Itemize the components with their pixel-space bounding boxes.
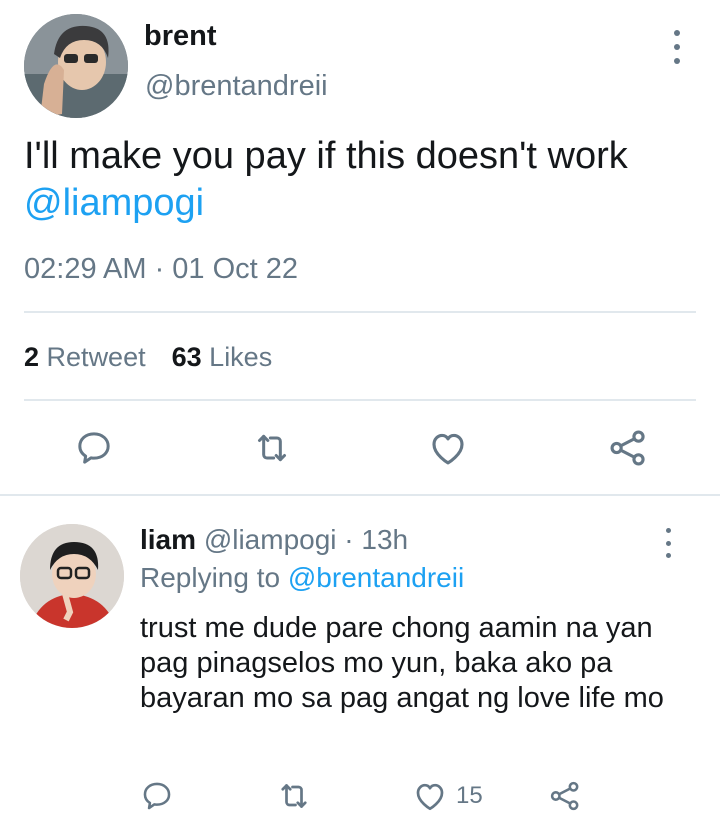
reply-header: liam @liampogi · 13h (140, 524, 408, 556)
reply-actions: 15 (0, 776, 720, 816)
retweet-label: Retweet (46, 342, 146, 372)
tweet-actions (0, 420, 720, 476)
retweet-icon[interactable] (276, 776, 312, 816)
divider (24, 311, 696, 313)
retweet-stat[interactable]: 2 Retweet (24, 342, 146, 373)
author-name[interactable]: brent (144, 20, 217, 53)
like-count: 15 (456, 782, 483, 809)
heart-icon[interactable] (412, 778, 448, 814)
tweet-body: I'll make you pay if this doesn't work (24, 135, 628, 177)
comment-icon[interactable] (70, 420, 118, 476)
reply-author-name[interactable]: liam (140, 524, 196, 555)
tweet-stats: 2 Retweet 63 Likes (24, 342, 272, 373)
replying-to: Replying to @brentandreii (140, 562, 464, 594)
replying-prefix: Replying to (140, 562, 281, 593)
heart-icon[interactable] (424, 420, 472, 476)
retweet-count: 2 (24, 342, 40, 372)
tweet-text: I'll make you pay if this doesn't work @… (24, 133, 704, 227)
comment-icon[interactable] (140, 776, 174, 816)
more-options-icon[interactable] (656, 528, 680, 558)
share-icon[interactable] (548, 776, 582, 816)
likes-label: Likes (209, 342, 273, 372)
reply-text: trust me dude pare chong aamin na yan pa… (140, 612, 664, 714)
avatar[interactable] (20, 524, 124, 628)
more-options-icon[interactable] (662, 30, 692, 64)
likes-stat[interactable]: 63 Likes (172, 342, 273, 373)
reply-author-handle[interactable]: @liampogi (204, 524, 337, 555)
likes-count: 63 (171, 342, 202, 372)
timestamp: 02:29 AM · 01 Oct 22 (24, 253, 299, 285)
share-icon[interactable] (604, 420, 652, 476)
reply-time: · 13h (344, 524, 409, 555)
author-handle[interactable]: @brentandreii (145, 70, 328, 103)
retweet-icon[interactable] (248, 420, 296, 476)
reply-like[interactable]: 15 (412, 776, 483, 816)
divider (24, 399, 696, 401)
replying-to-link[interactable]: @brentandreii (288, 562, 464, 593)
avatar[interactable] (24, 14, 128, 118)
mention-link[interactable]: @liampogi (24, 180, 704, 227)
divider (0, 494, 720, 496)
